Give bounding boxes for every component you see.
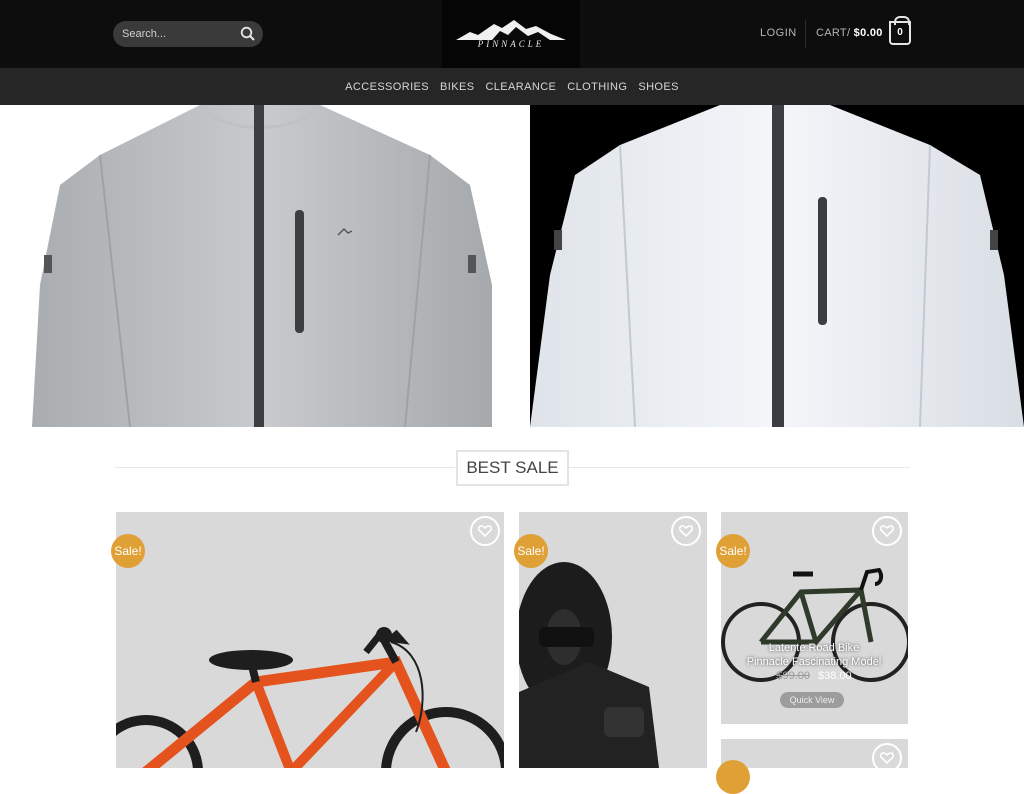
product-title-line1: Latente Road Bike — [768, 642, 860, 654]
site-logo[interactable]: PINNACLE — [442, 0, 580, 68]
sale-badge: Sale! — [514, 534, 548, 568]
search-input[interactable] — [122, 27, 232, 41]
header-divider — [805, 20, 806, 48]
product-price: $99.00 $38.00 — [720, 670, 908, 682]
section-divider-right — [569, 467, 910, 468]
hero-banner[interactable] — [0, 105, 1024, 427]
cart-total: $0.00 — [853, 27, 883, 39]
hero-image-reflective-jacket[interactable] — [530, 105, 1024, 427]
wishlist-button[interactable] — [470, 516, 500, 546]
product-title[interactable]: Latente Road Bike Pinnacle Fascinating Mo… — [720, 641, 908, 669]
search-box — [113, 21, 263, 47]
logo-text: PINNACLE — [477, 39, 545, 49]
nav-item-accessories[interactable]: ACCESSORIES — [345, 81, 429, 93]
nav-item-bikes[interactable]: BIKES — [440, 81, 474, 93]
wishlist-button[interactable] — [872, 743, 902, 773]
sale-badge: Sale! — [716, 534, 750, 568]
section-title: BEST SALE — [456, 450, 569, 486]
cart-link[interactable]: CART/ $0.00 — [816, 27, 883, 39]
quick-view-button[interactable]: Quick View — [780, 692, 844, 708]
mountain-logo-icon — [456, 20, 566, 40]
nav-item-clearance[interactable]: CLEARANCE — [485, 81, 556, 93]
hero-image-grey-jacket[interactable] — [0, 105, 530, 427]
product-card-kids-bike[interactable] — [116, 512, 504, 768]
old-price: $99.00 — [776, 670, 810, 682]
product-title-line2: Pinnacle Fascinating Model — [746, 656, 882, 668]
heart-icon — [880, 752, 894, 765]
main-nav: ACCESSORIES BIKES CLEARANCE CLOTHING SHO… — [0, 68, 1024, 105]
login-link[interactable]: LOGIN — [760, 27, 797, 39]
section-divider-left — [115, 467, 455, 468]
heart-icon — [880, 525, 894, 538]
nav-item-clothing[interactable]: CLOTHING — [567, 81, 627, 93]
sale-price: $38.00 — [818, 670, 852, 682]
sale-badge: Sale! — [111, 534, 145, 568]
wishlist-button[interactable] — [671, 516, 701, 546]
kids-bike-image — [116, 627, 504, 768]
cart-count-icon[interactable]: 0 — [889, 16, 911, 45]
search-icon[interactable] — [240, 26, 256, 42]
top-bar: PINNACLE LOGIN CART/ $0.00 0 — [0, 0, 1024, 68]
heart-icon — [478, 525, 492, 538]
sale-badge-partial — [716, 760, 750, 794]
cart-label: CART — [816, 27, 847, 39]
heart-icon — [679, 525, 693, 538]
cart-separator: / — [846, 27, 851, 39]
wishlist-button[interactable] — [872, 516, 902, 546]
nav-item-shoes[interactable]: SHOES — [638, 81, 679, 93]
